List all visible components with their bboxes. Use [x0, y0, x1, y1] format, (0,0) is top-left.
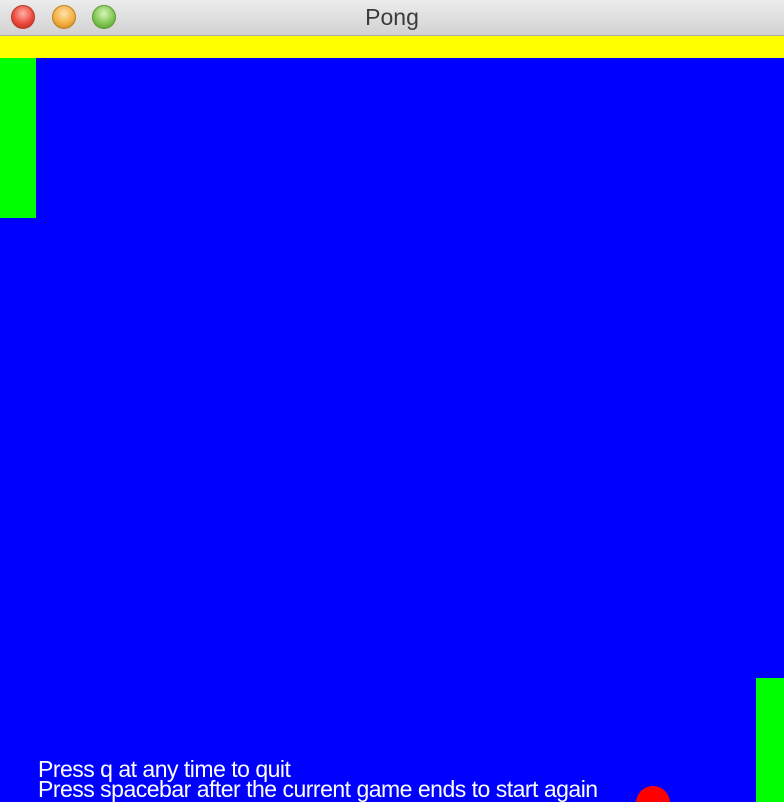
game-canvas[interactable]: Press q at any time to quit Press spaceb… — [0, 36, 784, 802]
ball — [636, 786, 670, 802]
window-title: Pong — [365, 4, 419, 30]
top-wall — [0, 36, 784, 58]
restart-instruction: Press spacebar after the current game en… — [38, 776, 598, 802]
title-bar[interactable]: Pong — [0, 0, 784, 36]
left-paddle — [0, 58, 36, 218]
pong-window: Pong Press q at any time to quit Press s… — [0, 0, 784, 802]
right-paddle — [756, 678, 784, 802]
